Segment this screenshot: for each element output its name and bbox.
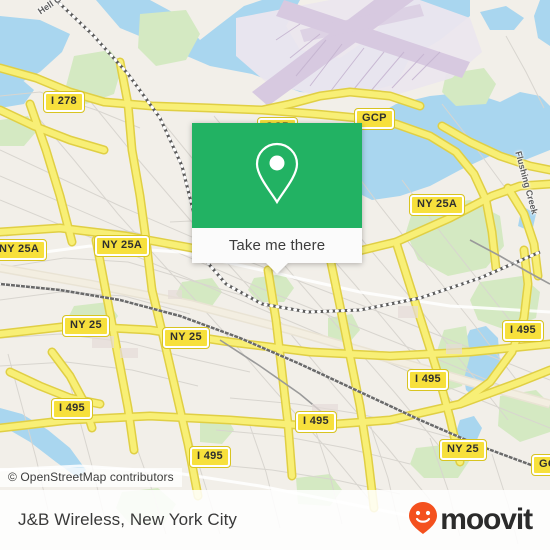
popup-header xyxy=(192,123,362,228)
highway-shield: GC xyxy=(530,454,550,476)
highway-shield: I 495 xyxy=(189,446,231,468)
highway-shield: NY 25 xyxy=(439,439,487,461)
highway-shield: NY 25A xyxy=(93,235,151,257)
moovit-logo[interactable]: moovit xyxy=(408,501,533,540)
highway-shield: NY 25A xyxy=(0,239,48,261)
highway-shield: I 495 xyxy=(407,369,449,391)
place-name: J&B Wireless, New York City xyxy=(18,510,238,529)
take-me-there-button[interactable]: Take me there xyxy=(192,228,362,263)
highway-shield: I 278 xyxy=(43,91,85,113)
map-attribution[interactable]: © OpenStreetMap contributors xyxy=(0,468,182,487)
moovit-wordmark: moovit xyxy=(440,503,533,536)
moovit-smiley-pin-icon xyxy=(408,501,438,540)
bottom-bar: J&B Wireless, New York City moovit xyxy=(0,490,550,550)
highway-shield: NY 25 xyxy=(162,327,210,349)
popup-tail xyxy=(266,263,288,274)
highway-shield: I 495 xyxy=(502,320,544,342)
highway-shield: NY 25A xyxy=(408,194,466,216)
screen: Hell Gate Flushing Creek I 278 GCP GCP N… xyxy=(0,0,550,550)
highway-shield: I 495 xyxy=(295,411,337,433)
location-pin-icon xyxy=(251,140,303,211)
highway-shield: NY 25 xyxy=(62,315,110,337)
take-me-there-label: Take me there xyxy=(228,237,326,254)
location-popup-card[interactable]: Take me there xyxy=(192,123,362,274)
highway-shield: I 495 xyxy=(51,398,93,420)
